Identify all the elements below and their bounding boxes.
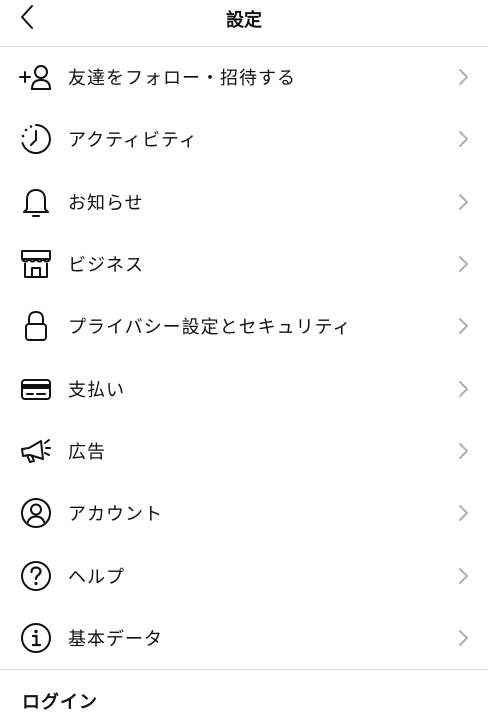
account-circle-icon (19, 496, 53, 530)
chevron-right-icon (459, 193, 468, 210)
chevron-right-icon (459, 567, 468, 584)
chevron-right-icon (459, 318, 468, 335)
menu-item-label: 友達をフォロー・招待する (68, 68, 296, 90)
add-person-icon (19, 60, 53, 94)
card-icon (19, 372, 53, 406)
menu-item-basic-data[interactable]: 基本データ (0, 607, 488, 669)
menu-item-label: 基本データ (68, 628, 163, 650)
page-title: 設定 (226, 10, 262, 31)
info-circle-icon (19, 621, 53, 655)
menu-item-help[interactable]: ヘルプ (0, 544, 488, 606)
section-title-login: ログイン (22, 692, 98, 713)
menu-item-business[interactable]: ビジネス (0, 233, 488, 295)
menu-item-label: 支払い (68, 379, 125, 401)
chevron-right-icon (459, 629, 468, 646)
megaphone-icon (19, 434, 53, 468)
menu-item-activity[interactable]: アクティビティ (0, 108, 488, 170)
menu-item-notifications[interactable]: お知らせ (0, 171, 488, 233)
menu-item-account[interactable]: アカウント (0, 482, 488, 544)
storefront-icon (19, 247, 53, 281)
chevron-right-icon (459, 256, 468, 273)
chevron-right-icon (459, 69, 468, 86)
menu-item-label: アクティビティ (68, 130, 198, 152)
bell-icon (19, 185, 53, 219)
menu-item-payments[interactable]: 支払い (0, 357, 488, 419)
menu-item-ads[interactable]: 広告 (0, 420, 488, 482)
menu-item-label: アカウント (68, 504, 163, 526)
section-divider (0, 669, 488, 670)
menu-item-label: お知らせ (68, 192, 144, 214)
menu-item-privacy-security[interactable]: プライバシー設定とセキュリティ (0, 295, 488, 357)
chevron-right-icon (459, 131, 468, 148)
activity-clock-icon (19, 122, 53, 156)
chevron-right-icon (459, 380, 468, 397)
help-circle-icon (19, 559, 53, 593)
menu-item-label: ヘルプ (68, 566, 125, 588)
settings-list: 友達をフォロー・招待する アクティビティ お知らせ ビジネス プライバシー設定と… (0, 46, 488, 669)
top-bar: 設定 (0, 0, 488, 47)
menu-item-label: 広告 (68, 441, 106, 463)
menu-item-label: ビジネス (68, 255, 144, 277)
menu-item-follow-invite[interactable]: 友達をフォロー・招待する (0, 46, 488, 108)
chevron-right-icon (459, 442, 468, 459)
chevron-right-icon (459, 505, 468, 522)
lock-icon (19, 309, 53, 343)
menu-item-label: プライバシー設定とセキュリティ (68, 317, 352, 339)
